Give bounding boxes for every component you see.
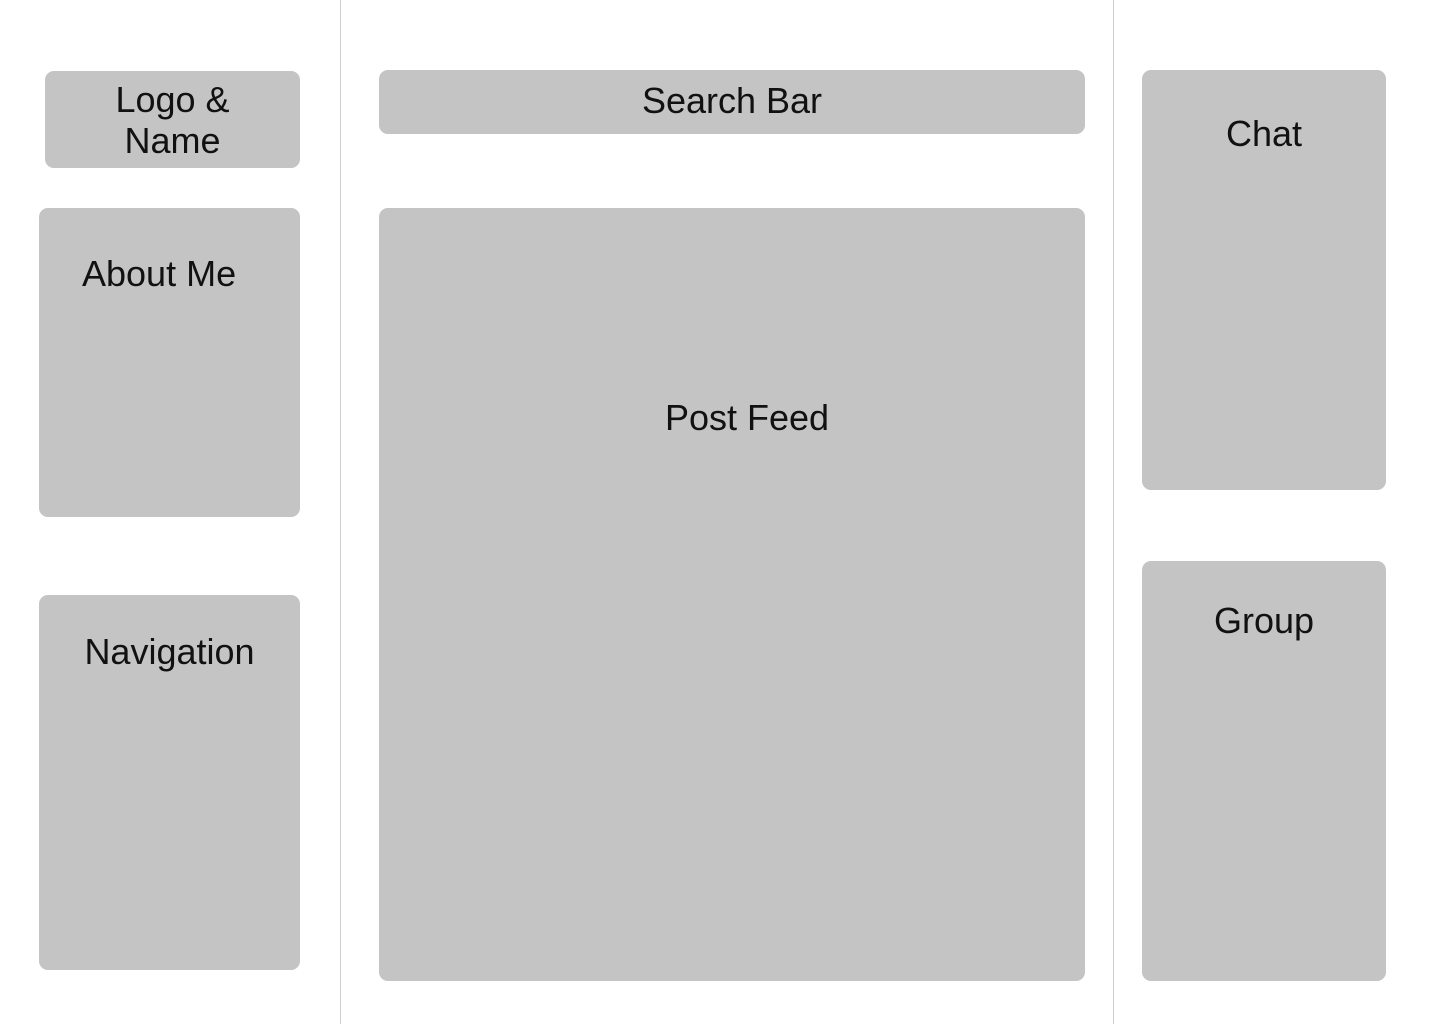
- post-feed-label: Post Feed: [664, 397, 830, 438]
- group-panel[interactable]: Group: [1142, 561, 1386, 981]
- chat-panel[interactable]: Chat: [1142, 70, 1386, 490]
- about-me-label: About Me: [82, 253, 237, 294]
- about-me-panel: About Me: [39, 208, 300, 517]
- post-feed-panel[interactable]: Post Feed: [379, 208, 1085, 981]
- left-column-divider: [340, 0, 341, 1024]
- group-label: Group: [1213, 600, 1315, 641]
- logo-name-block[interactable]: Logo & Name: [45, 71, 300, 168]
- chat-label: Chat: [1225, 113, 1303, 154]
- search-bar[interactable]: Search Bar: [379, 70, 1085, 134]
- navigation-panel[interactable]: Navigation: [39, 595, 300, 970]
- search-bar-label: Search Bar: [641, 80, 823, 121]
- logo-name-label: Logo & Name: [115, 79, 230, 161]
- navigation-label: Navigation: [84, 631, 255, 672]
- right-column-divider: [1113, 0, 1114, 1024]
- wireframe-page: Logo & Name About Me Navigation Search B…: [0, 0, 1440, 1024]
